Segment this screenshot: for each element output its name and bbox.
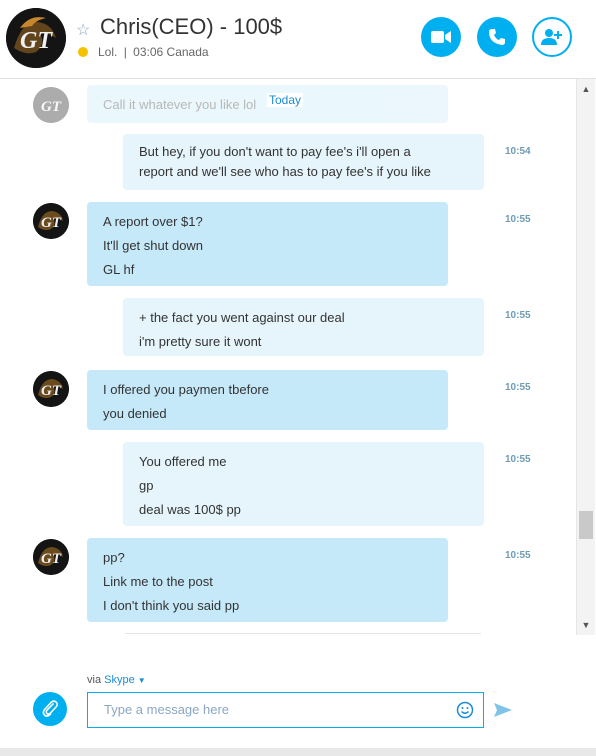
message-line: GL hf (103, 262, 135, 277)
message-line: deal was 100$ pp (139, 502, 241, 517)
message-input[interactable] (102, 701, 446, 718)
message-line: A report over $1? (103, 214, 203, 229)
message-timestamp: 10:54 (505, 146, 531, 157)
local-time: 03:06 Canada (133, 45, 209, 59)
via-service-selector[interactable]: via Skype ▼ (87, 674, 146, 686)
svg-text:GT: GT (41, 215, 62, 231)
message-line: I offered you paymen tbefore (103, 382, 269, 397)
message-timestamp: 10:55 (505, 310, 531, 321)
message-line: gp (139, 478, 154, 493)
date-divider: Today (267, 93, 304, 107)
svg-text:GT: GT (41, 383, 62, 399)
clock-icon (78, 47, 88, 57)
message-line: i'm pretty sure it wont (139, 334, 262, 349)
conversation-header: GT ☆ Chris(CEO) - 100$ Lol. | 03:06 Cana… (0, 0, 596, 79)
message-bubble-outgoing: But hey, if you don't want to pay fee's … (123, 134, 484, 190)
emoticon-icon[interactable] (456, 701, 474, 719)
attach-button[interactable] (33, 692, 67, 726)
audio-call-button[interactable] (477, 17, 517, 57)
favorite-star-icon[interactable]: ☆ (76, 20, 90, 40)
video-camera-icon (431, 31, 451, 43)
message-line: I don't think you said pp (103, 598, 240, 613)
scroll-down-arrow-icon[interactable]: ▼ (577, 617, 595, 633)
message-bubble-incoming: I offered you paymen tbefore you denied (87, 370, 448, 430)
message-history[interactable]: GT Call it whatever you like lol Today B… (0, 79, 576, 635)
message-bubble-outgoing: + the fact you went against our deal i'm… (123, 298, 484, 356)
message-line: It'll get shut down (103, 238, 204, 253)
message-line: Link me to the post (103, 574, 213, 589)
message-avatar: GT (33, 87, 69, 123)
chat-scrollbar[interactable]: ▲ ▼ (576, 79, 595, 635)
scrollbar-thumb[interactable] (579, 511, 593, 539)
message-input-box[interactable] (87, 692, 484, 728)
add-contact-button[interactable] (532, 17, 572, 57)
message-avatar[interactable]: GT (33, 371, 69, 407)
via-label: via (87, 674, 102, 686)
message-avatar[interactable]: GT (33, 539, 69, 575)
divider (125, 633, 481, 634)
message-line: report and we'll see who has to pay fee'… (139, 164, 431, 179)
phone-icon (489, 29, 505, 45)
send-icon[interactable] (494, 703, 512, 717)
message-timestamp: 10:55 (505, 382, 531, 393)
message-bubble-incoming: A report over $1? It'll get shut down GL… (87, 202, 448, 286)
window-bottom-edge (0, 748, 596, 756)
scroll-up-arrow-icon[interactable]: ▲ (577, 81, 595, 97)
paperclip-icon (42, 700, 59, 717)
video-call-button[interactable] (421, 17, 461, 57)
add-person-icon (541, 29, 562, 45)
message-line: You offered me (139, 454, 227, 469)
message-bubble-incoming: pp? Link me to the post I don't think yo… (87, 538, 448, 622)
message-line: + the fact you went against our deal (139, 310, 345, 325)
svg-text:GT: GT (41, 551, 62, 567)
message-bubble-outgoing: You offered me gp deal was 100$ pp (123, 442, 484, 526)
message-timestamp: 10:55 (505, 454, 531, 465)
service-name[interactable]: Skype (104, 674, 135, 686)
message-line: But hey, if you don't want to pay fee's … (139, 144, 411, 159)
status-separator: | (123, 45, 127, 59)
svg-text:GT: GT (20, 28, 53, 54)
contact-name: Chris(CEO) - 100$ (100, 14, 283, 39)
chevron-down-icon[interactable]: ▼ (138, 676, 146, 685)
message-timestamp: 10:55 (505, 214, 531, 225)
svg-text:GT: GT (41, 99, 62, 115)
message-composer: via Skype ▼ (0, 635, 596, 756)
message-timestamp: 10:55 (505, 550, 531, 561)
contact-avatar[interactable]: GT (6, 8, 66, 68)
mood-message: Lol. (98, 45, 118, 59)
message-line: pp? (103, 550, 125, 565)
contact-status: Lol. | 03:06 Canada (78, 45, 209, 59)
message-line: you denied (103, 406, 167, 421)
message-avatar[interactable]: GT (33, 203, 69, 239)
